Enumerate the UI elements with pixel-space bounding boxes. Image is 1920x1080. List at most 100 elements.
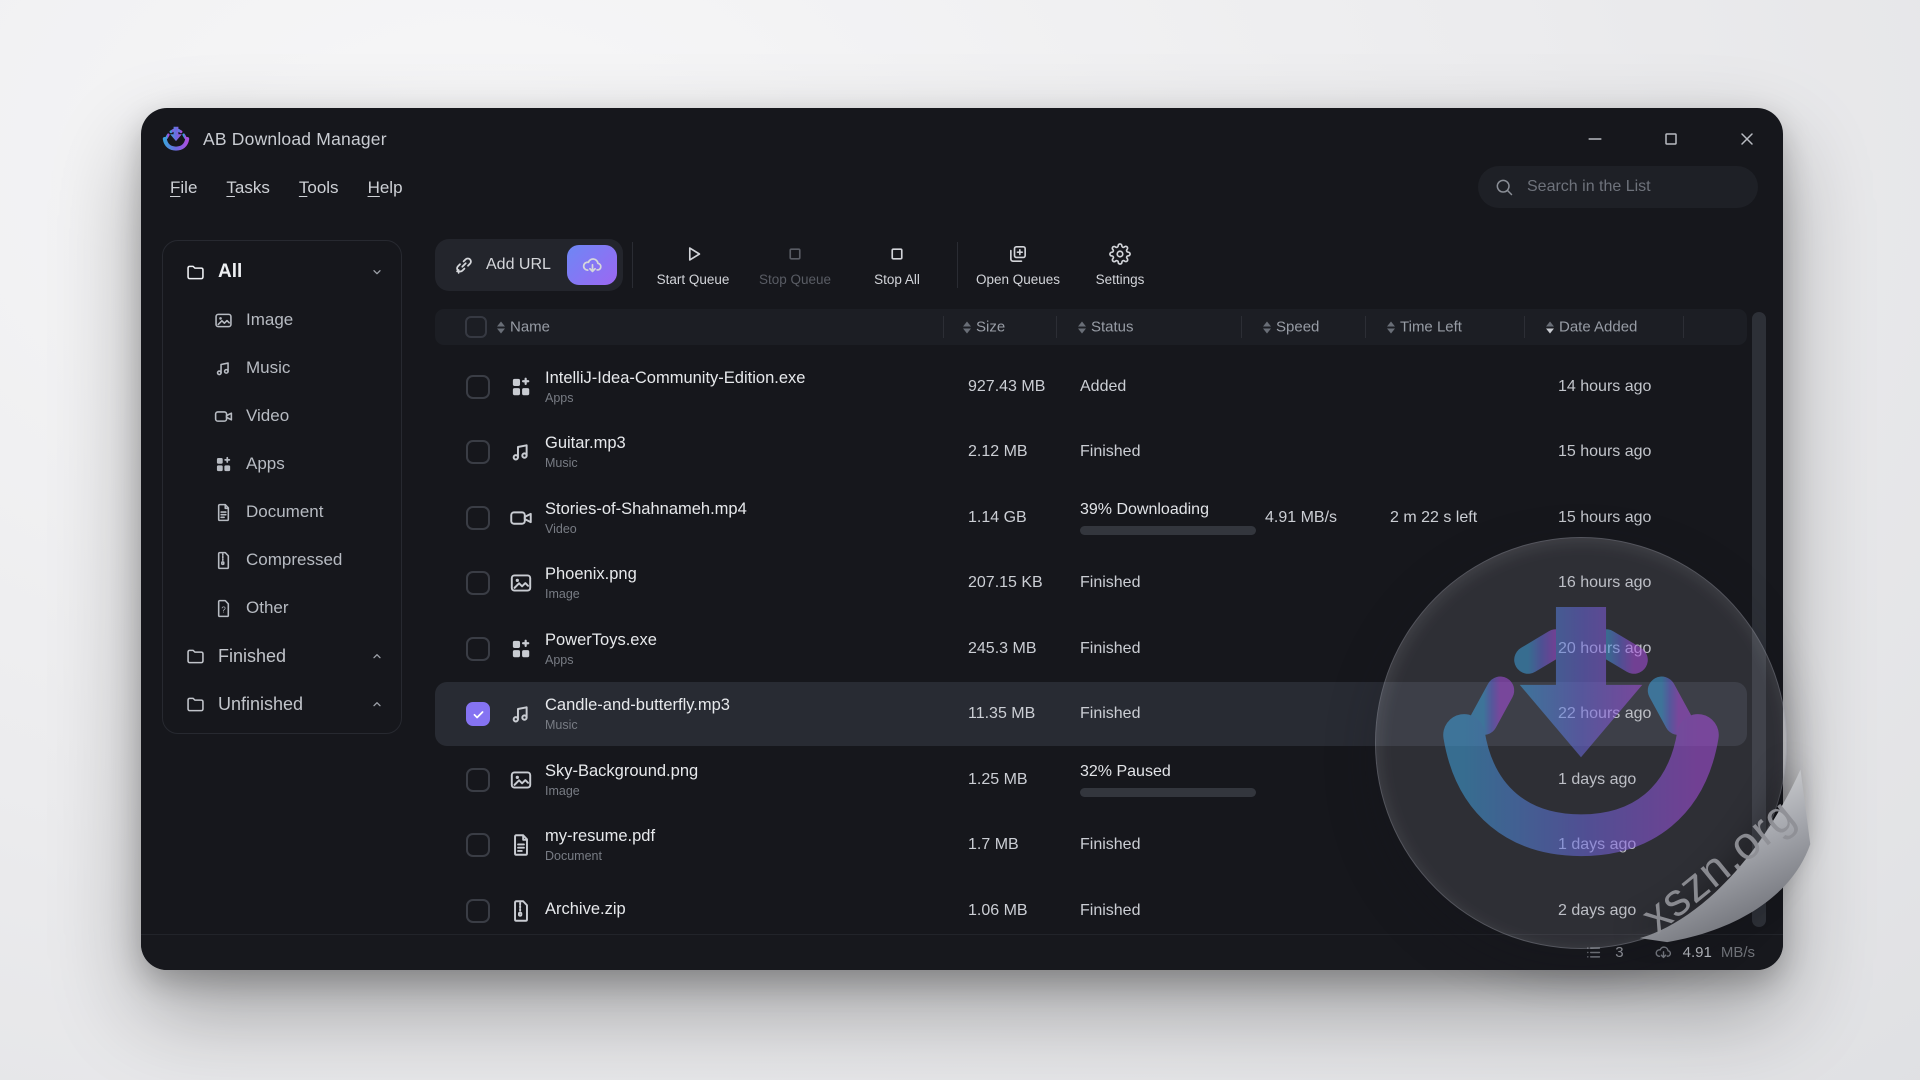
- file-category: Image: [545, 587, 637, 601]
- open-queues-button[interactable]: Open Queues: [967, 243, 1069, 287]
- add-url-button[interactable]: Add URL: [435, 239, 623, 291]
- select-all-checkbox[interactable]: [465, 316, 487, 338]
- toolbar-button-label: Settings: [1096, 272, 1145, 287]
- file-size: 1.06 MB: [968, 902, 1028, 920]
- sidebar-item-document[interactable]: Document: [163, 488, 401, 536]
- column-header-status[interactable]: Status: [1078, 319, 1134, 336]
- settings-button[interactable]: Settings: [1069, 243, 1171, 287]
- table-row[interactable]: Guitar.mp3 Music 2.12 MB Finished 15 hou…: [435, 420, 1747, 484]
- stop-queue-button[interactable]: Stop Queue: [744, 243, 846, 287]
- table-row[interactable]: IntelliJ-Idea-Community-Edition.exe Apps…: [435, 355, 1747, 419]
- sidebar-item-music[interactable]: Music: [163, 344, 401, 392]
- status-text: Finished: [1080, 705, 1140, 723]
- sidebar-item-label: Unfinished: [218, 694, 303, 715]
- add-url-label: Add URL: [486, 256, 551, 274]
- music-icon: [213, 358, 234, 379]
- file-category: Document: [545, 849, 655, 863]
- menu-tasks[interactable]: Tasks: [226, 178, 269, 198]
- link-plus-icon: [452, 253, 476, 277]
- menu-help[interactable]: Help: [368, 178, 403, 198]
- sidebar-item-finished[interactable]: Finished: [163, 632, 401, 680]
- row-checkbox[interactable]: [466, 375, 490, 399]
- file-size: 2.12 MB: [968, 443, 1028, 461]
- status-text: 32% Paused: [1080, 763, 1256, 781]
- file-size: 11.35 MB: [968, 705, 1035, 723]
- stop-all-button[interactable]: Stop All: [846, 243, 948, 287]
- sidebar-item-label: Other: [246, 598, 289, 618]
- file-name: Archive.zip: [545, 900, 626, 918]
- row-checkbox[interactable]: [466, 833, 490, 857]
- window-title: AB Download Manager: [203, 129, 387, 150]
- add-download-action-button[interactable]: [567, 245, 617, 285]
- row-checkbox-checked[interactable]: [466, 702, 490, 726]
- sidebar-item-image[interactable]: Image: [163, 296, 401, 344]
- folder-icon: [185, 694, 206, 715]
- status-text: Finished: [1080, 836, 1140, 854]
- file-question-icon: [213, 598, 234, 619]
- sort-icon: [497, 321, 505, 333]
- folder-icon: [185, 262, 206, 283]
- check-icon: [471, 707, 486, 722]
- sidebar-item-other[interactable]: Other: [163, 584, 401, 632]
- close-icon[interactable]: [1737, 129, 1757, 149]
- folder-icon: [185, 646, 206, 667]
- row-checkbox[interactable]: [466, 768, 490, 792]
- column-header-speed[interactable]: Speed: [1263, 319, 1319, 336]
- sidebar-item-label: Document: [246, 502, 323, 522]
- file-size: 1.25 MB: [968, 771, 1028, 789]
- row-checkbox[interactable]: [466, 637, 490, 661]
- column-header-date-added[interactable]: Date Added: [1546, 319, 1637, 336]
- date-added: 15 hours ago: [1558, 509, 1651, 527]
- start-queue-button[interactable]: Start Queue: [642, 243, 744, 287]
- status-text: 39% Downloading: [1080, 501, 1256, 519]
- row-checkbox[interactable]: [466, 571, 490, 595]
- stop-icon: [784, 243, 806, 265]
- chevron-down-icon: [369, 264, 385, 280]
- file-size: 245.3 MB: [968, 640, 1036, 658]
- maximize-icon[interactable]: [1661, 129, 1681, 149]
- sort-desc-icon: [1546, 321, 1554, 333]
- header-divider: [943, 316, 944, 338]
- column-header-name[interactable]: Name: [497, 319, 550, 336]
- video-icon: [508, 505, 534, 531]
- music-icon: [508, 701, 534, 727]
- file-name: PowerToys.exe: [545, 631, 657, 649]
- sidebar-item-apps[interactable]: Apps: [163, 440, 401, 488]
- image-icon: [508, 570, 534, 596]
- menu-file[interactable]: File: [170, 178, 197, 198]
- sidebar-item-unfinished[interactable]: Unfinished: [163, 680, 401, 728]
- menu-tools[interactable]: Tools: [299, 178, 339, 198]
- minimize-icon[interactable]: [1585, 129, 1605, 149]
- row-checkbox[interactable]: [466, 440, 490, 464]
- sidebar-item-compressed[interactable]: Compressed: [163, 536, 401, 584]
- table-header: Name Size Status Speed Time Left: [435, 309, 1747, 345]
- file-category: Video: [545, 522, 747, 536]
- document-icon: [213, 502, 234, 523]
- date-added: 15 hours ago: [1558, 443, 1651, 461]
- row-checkbox[interactable]: [466, 506, 490, 530]
- header-divider: [1365, 316, 1366, 338]
- search-input[interactable]: [1525, 177, 1742, 197]
- header-divider: [1056, 316, 1057, 338]
- apps-icon: [508, 374, 534, 400]
- header-divider: [1524, 316, 1525, 338]
- toolbar-button-label: Open Queues: [976, 272, 1060, 287]
- column-header-time-left[interactable]: Time Left: [1387, 319, 1462, 336]
- search-box[interactable]: [1478, 166, 1758, 208]
- date-added: 14 hours ago: [1558, 378, 1651, 396]
- file-name: Guitar.mp3: [545, 434, 626, 452]
- sidebar-item-label: Apps: [246, 454, 285, 474]
- cloud-download-icon: [581, 254, 604, 277]
- file-size: 927.43 MB: [968, 378, 1045, 396]
- row-checkbox[interactable]: [466, 899, 490, 923]
- column-header-size[interactable]: Size: [963, 319, 1005, 336]
- file-name: my-resume.pdf: [545, 827, 655, 845]
- file-size: 207.15 KB: [968, 574, 1043, 592]
- header-divider: [1241, 316, 1242, 338]
- sidebar-item-video[interactable]: Video: [163, 392, 401, 440]
- queues-icon: [1007, 243, 1029, 265]
- sort-icon: [1387, 321, 1395, 333]
- toolbar-button-label: Stop All: [874, 272, 920, 287]
- sidebar-item-all[interactable]: All: [163, 248, 401, 296]
- sidebar-item-label: Image: [246, 310, 293, 330]
